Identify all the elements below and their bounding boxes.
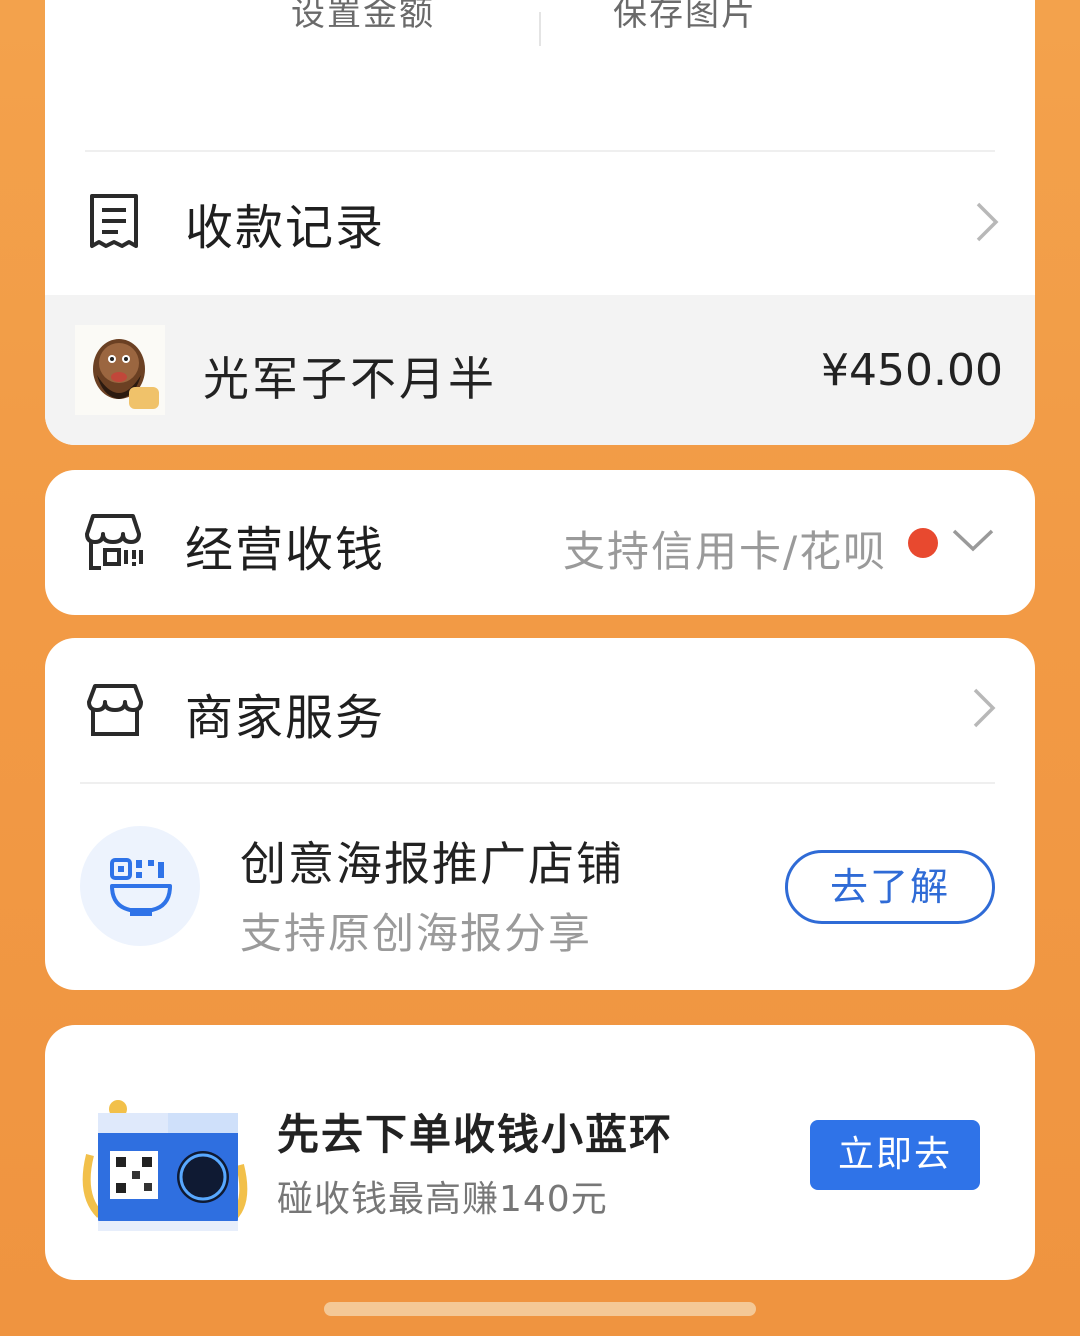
qr-stand-image: [82, 1100, 248, 1231]
divider: [80, 782, 995, 784]
records-title: 收款记录: [185, 200, 386, 256]
merchant-services-row[interactable]: 商家服务: [45, 638, 1035, 782]
business-title: 经营收钱: [185, 522, 386, 578]
chevron-down-icon: [952, 529, 994, 552]
blue-ring-ad-card[interactable]: 先去下单收钱小蓝环 碰收钱最高赚140元 立即去: [45, 1025, 1035, 1280]
store-qr-icon: [85, 514, 143, 570]
divider: [539, 12, 541, 46]
set-amount-button[interactable]: 设置金额: [291, 0, 435, 35]
notification-dot: [908, 528, 938, 558]
chevron-right-icon: [976, 202, 999, 242]
promo-title: 创意海报推广店铺: [240, 837, 624, 891]
avatar-image: [75, 325, 165, 415]
go-now-button[interactable]: 立即去: [810, 1120, 980, 1190]
store-icon: [87, 684, 143, 736]
receipt-icon: [90, 194, 138, 248]
merchant-services-title: 商家服务: [185, 690, 386, 746]
records-row[interactable]: 收款记录: [45, 152, 1035, 295]
qr-actions: 设置金额 保存图片: [45, 0, 1035, 46]
business-subtitle: 支持信用卡/花呗: [563, 527, 888, 576]
qr-bowl-icon: [110, 858, 172, 916]
receive-money-card: 设置金额 保存图片 收款记录 光军子不月半 ¥450.00: [45, 0, 1035, 445]
save-image-button[interactable]: 保存图片: [613, 0, 757, 35]
promo-icon-wrap: [80, 826, 200, 946]
record-list-item[interactable]: 光军子不月半 ¥450.00: [45, 295, 1035, 445]
merchant-services-card: 商家服务 创意海报推广店铺 支持原创海报分享 去了解: [45, 638, 1035, 990]
chevron-right-icon: [973, 688, 996, 728]
avatar: [75, 325, 165, 415]
ad-title: 先去下单收钱小蓝环: [277, 1110, 674, 1159]
home-indicator[interactable]: [324, 1302, 756, 1316]
business-collection-card[interactable]: 经营收钱 支持信用卡/花呗: [45, 470, 1035, 615]
record-amount: ¥450.00: [821, 345, 1003, 396]
learn-more-button[interactable]: 去了解: [785, 850, 995, 924]
ad-subtitle: 碰收钱最高赚140元: [277, 1179, 608, 1220]
promo-subtitle: 支持原创海报分享: [240, 909, 593, 958]
payer-name: 光军子不月半: [203, 352, 497, 406]
